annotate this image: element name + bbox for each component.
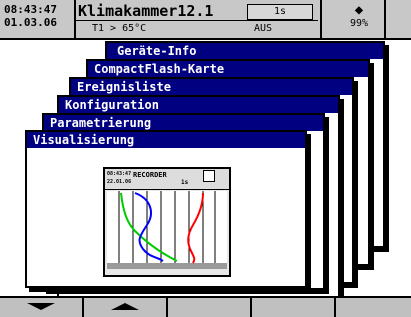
- softkey-bar: [0, 296, 411, 317]
- recorder-plot: [107, 191, 227, 269]
- battery-label: 99%: [349, 18, 369, 29]
- menu-item-konfiguration[interactable]: Konfiguration: [59, 97, 338, 113]
- header-divider: [320, 0, 322, 38]
- recorder-scale: [107, 263, 227, 269]
- recorder-header: 08:43:47 22.01.06 RECORDER 1s: [105, 169, 229, 190]
- softkey-5[interactable]: [336, 298, 411, 317]
- softkey-3[interactable]: [168, 298, 252, 317]
- battery-icon: ◆: [354, 2, 364, 18]
- recorder-thumbnail: 08:43:47 22.01.06 RECORDER 1s: [103, 167, 231, 277]
- red-trace: [187, 192, 204, 264]
- header-divider: [384, 0, 386, 38]
- recorder-title: RECORDER: [133, 171, 167, 179]
- condition-label: T1 > 65°C: [92, 23, 147, 34]
- screen: 08:43:47 01.03.06 Klimakammer12.1 1s T1 …: [0, 0, 411, 317]
- menu-item-ereignisliste[interactable]: Ereignisliste: [71, 79, 352, 95]
- softkey-4[interactable]: [252, 298, 336, 317]
- arrow-down-icon: [27, 303, 55, 310]
- menu-item-geraete-info[interactable]: Geräte-Info: [107, 43, 383, 59]
- softkey-down[interactable]: [0, 298, 84, 317]
- recorder-time: 08:43:47: [107, 171, 132, 177]
- battery-indicator: ◆ 99%: [341, 2, 377, 29]
- status-header: 08:43:47 01.03.06 Klimakammer12.1 1s T1 …: [0, 0, 411, 40]
- menu-card-visualisierung[interactable]: Visualisierung 08:43:47 22.01.06 RECORDE…: [25, 130, 307, 288]
- datetime: 08:43:47 01.03.06: [4, 3, 57, 29]
- recorder-interval: 1s: [181, 179, 189, 186]
- device-title: Klimakammer12.1: [78, 2, 214, 20]
- menu-item-compactflash[interactable]: CompactFlash-Karte: [88, 61, 368, 77]
- status-row: T1 > 65°C AUS: [76, 20, 318, 37]
- arrow-up-icon: [111, 303, 139, 310]
- menu-item-parametrierung[interactable]: Parametrierung: [44, 115, 323, 131]
- date-label: 01.03.06: [4, 16, 57, 29]
- state-label: AUS: [254, 23, 273, 34]
- menu-item-visualisierung[interactable]: Visualisierung: [27, 132, 305, 148]
- interval-badge: 1s: [247, 4, 313, 20]
- recorder-icon: [203, 170, 215, 182]
- time-label: 08:43:47: [4, 3, 57, 16]
- softkey-up[interactable]: [84, 298, 168, 317]
- recorder-date: 22.01.06: [107, 179, 132, 185]
